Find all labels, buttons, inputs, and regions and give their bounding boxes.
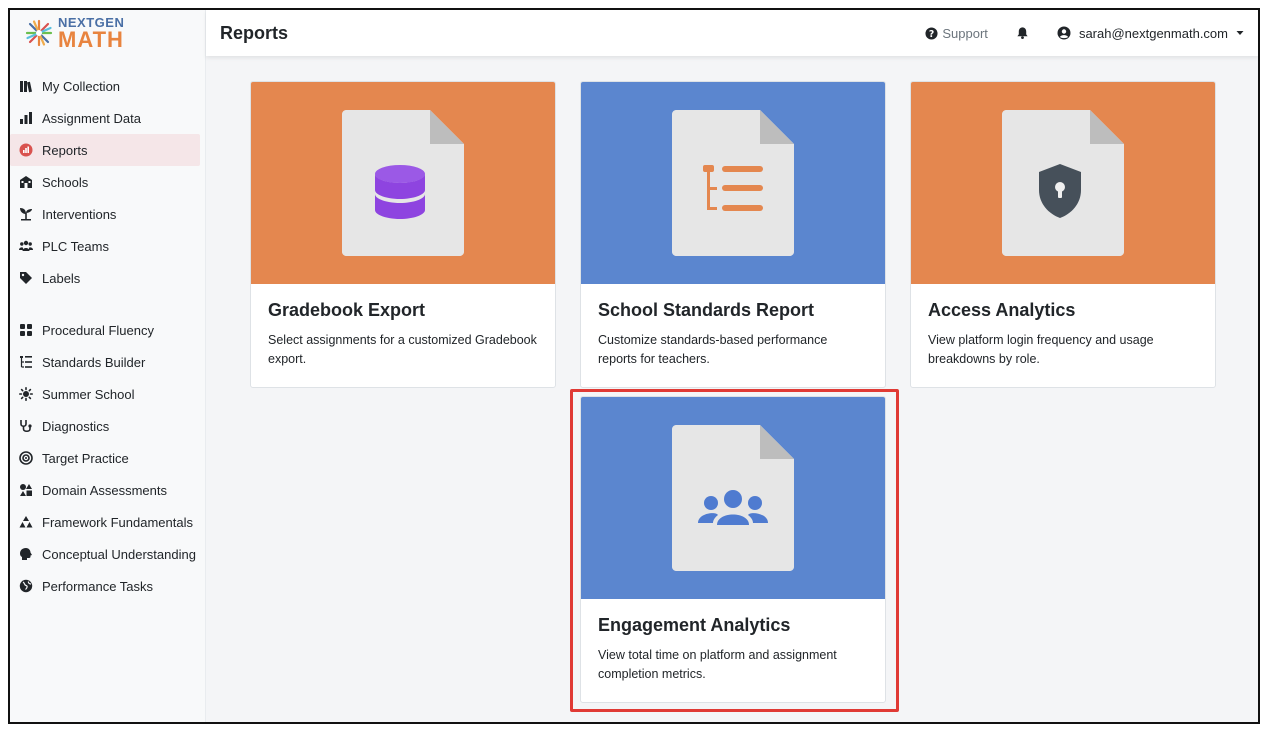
- brain-icon: [18, 546, 34, 562]
- support-link[interactable]: ? Support: [925, 26, 988, 41]
- sun-icon: [18, 386, 34, 402]
- sidebar-item-performance-tasks[interactable]: Performance Tasks: [10, 570, 200, 602]
- sidebar-separator: [10, 294, 205, 314]
- sidebar-item-label: Diagnostics: [42, 418, 110, 434]
- sidebar-item-schools[interactable]: Schools: [10, 166, 200, 198]
- tag-icon: [18, 270, 34, 286]
- document-icon: [1002, 110, 1124, 256]
- tree-list-icon: [18, 354, 34, 370]
- caret-down-icon: [1236, 31, 1244, 35]
- sidebar-item-label: Reports: [42, 142, 88, 158]
- sidebar-item-labels[interactable]: Labels: [10, 262, 200, 294]
- card-title: Gradebook Export: [268, 300, 426, 320]
- users-icon: [18, 238, 34, 254]
- sidebar-item-label: Standards Builder: [42, 354, 146, 370]
- sidebar-item-label: My Collection: [42, 78, 121, 94]
- sidebar-item-conceptual-understanding[interactable]: Conceptual Understanding: [10, 538, 200, 570]
- grid-icon: [18, 322, 34, 338]
- sidebar-item-label: Interventions: [42, 206, 117, 222]
- sidebar-item-diagnostics[interactable]: Diagnostics: [10, 410, 200, 442]
- sidebar-item-domain-assessments[interactable]: Domain Assessments: [10, 474, 200, 506]
- logo-star-icon: [25, 19, 53, 47]
- sidebar-item-procedural-fluency[interactable]: Procedural Fluency: [10, 314, 200, 346]
- card-description: Select assignments for a customized Grad…: [268, 333, 537, 366]
- sidebar-item-label: Framework Fundamentals: [42, 514, 193, 530]
- triangle-stack-icon: [18, 514, 34, 530]
- card-description: View platform login frequency and usage …: [928, 333, 1154, 366]
- card-engagement-analytics[interactable]: Engagement Analytics View total time on …: [580, 396, 886, 703]
- target-icon: [18, 450, 34, 466]
- sidebar-item-target-practice[interactable]: Target Practice: [10, 442, 200, 474]
- school-icon: [18, 174, 34, 190]
- card-hero: [911, 82, 1215, 284]
- card-access-analytics[interactable]: Access Analytics View platform login fre…: [910, 81, 1216, 388]
- page-title: Reports: [220, 22, 289, 43]
- stethoscope-icon: [18, 418, 34, 434]
- sidebar-nav: My Collection Assignment Data Reports Sc…: [10, 56, 205, 602]
- card-description: View total time on platform and assignme…: [598, 648, 837, 681]
- document-icon: [672, 110, 794, 256]
- card-hero: [251, 82, 555, 284]
- svg-text:?: ?: [929, 28, 934, 39]
- sidebar-item-label: PLC Teams: [42, 238, 109, 254]
- sidebar-item-framework-fundamentals[interactable]: Framework Fundamentals: [10, 506, 200, 538]
- sidebar-item-label: Domain Assessments: [42, 482, 167, 498]
- card-gradebook-export[interactable]: Gradebook Export Select assignments for …: [250, 81, 556, 388]
- globe-icon: [18, 578, 34, 594]
- document-icon: [672, 425, 794, 571]
- main-content: Gradebook Export Select assignments for …: [206, 56, 1258, 722]
- sidebar-item-label: Performance Tasks: [42, 578, 154, 594]
- sidebar-item-label: Conceptual Understanding: [42, 546, 196, 562]
- report-icon: [18, 142, 34, 158]
- sidebar-item-my-collection[interactable]: My Collection: [10, 70, 200, 102]
- top-bar: Reports ? Support sarah@nextgenmath.com: [206, 10, 1258, 56]
- user-email: sarah@nextgenmath.com: [1078, 25, 1228, 41]
- sidebar-item-reports[interactable]: Reports: [10, 134, 200, 166]
- sidebar-item-label: Procedural Fluency: [42, 322, 154, 338]
- card-title: Engagement Analytics: [598, 615, 791, 635]
- card-hero: [581, 397, 885, 599]
- sidebar-item-label: Target Practice: [42, 450, 129, 466]
- sidebar-item-label: Assignment Data: [42, 110, 141, 126]
- bar-chart-icon: [18, 110, 34, 126]
- card-hero: [581, 82, 885, 284]
- card-title: School Standards Report: [598, 300, 815, 320]
- bell-icon[interactable]: [1016, 26, 1029, 40]
- seedling-icon: [18, 206, 34, 222]
- card-title: Access Analytics: [928, 300, 1076, 320]
- logo-bottom-text: MATH: [58, 26, 124, 52]
- sidebar-item-label: Labels: [42, 270, 81, 286]
- sidebar-item-label: Summer School: [42, 386, 135, 402]
- shapes-icon: [18, 482, 34, 498]
- question-circle-icon: ?: [925, 26, 938, 39]
- card-school-standards-report[interactable]: School Standards Report Customize standa…: [580, 81, 886, 388]
- support-label: Support: [942, 25, 988, 41]
- card-description: Customize standards-based performance re…: [598, 333, 828, 366]
- user-circle-icon: [1057, 26, 1071, 40]
- sidebar-item-assignment-data[interactable]: Assignment Data: [10, 102, 200, 134]
- database-icon: [375, 165, 425, 219]
- user-menu[interactable]: sarah@nextgenmath.com: [1057, 26, 1244, 41]
- sidebar-item-interventions[interactable]: Interventions: [10, 198, 200, 230]
- logo[interactable]: NEXTGEN MATH: [10, 10, 205, 56]
- sidebar-item-summer-school[interactable]: Summer School: [10, 378, 200, 410]
- sidebar-item-label: Schools: [42, 174, 89, 190]
- document-icon: [342, 110, 464, 256]
- sidebar-item-plc-teams[interactable]: PLC Teams: [10, 230, 200, 262]
- books-icon: [18, 78, 34, 94]
- app-window: NEXTGEN MATH My Collection Assignment Da…: [8, 8, 1260, 724]
- sidebar-item-standards-builder[interactable]: Standards Builder: [10, 346, 200, 378]
- sidebar: NEXTGEN MATH My Collection Assignment Da…: [10, 10, 206, 722]
